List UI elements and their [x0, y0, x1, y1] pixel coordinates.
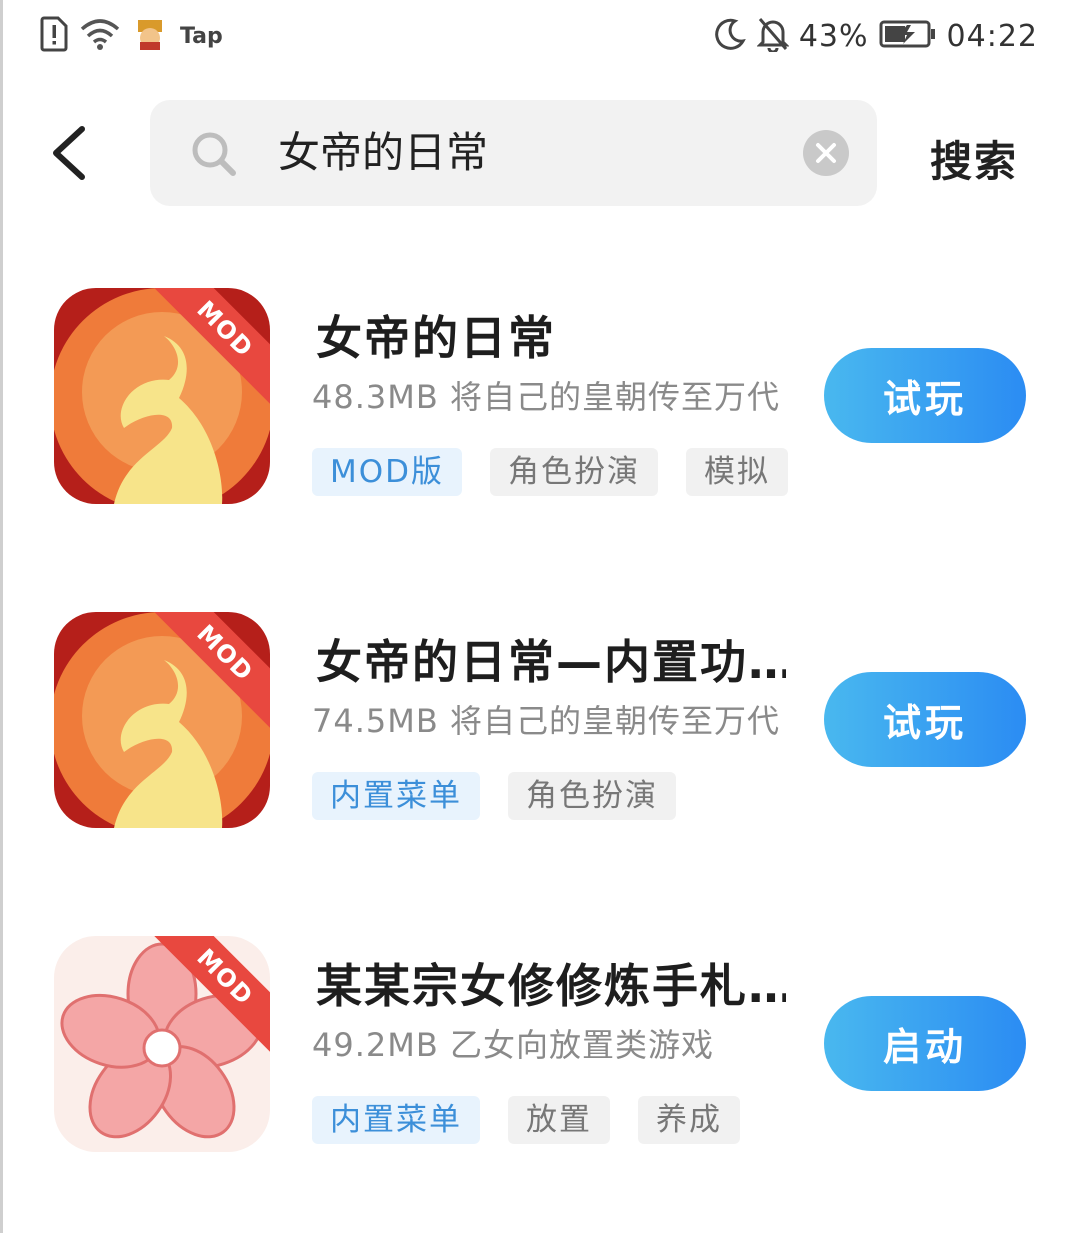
- status-bar: Tap 43% 04:22: [0, 0, 1080, 76]
- try-play-button[interactable]: 试玩: [824, 672, 1026, 767]
- search-input[interactable]: 女帝的日常: [150, 100, 877, 206]
- battery-percent: 43%: [798, 18, 869, 54]
- app-description: 48.3MB 将自己的皇朝传至万代: [312, 378, 780, 416]
- list-item[interactable]: MOD 女帝的日常—内置功… 74.5MB 将自己的皇朝传至万代 内置菜单 角色…: [0, 612, 1080, 862]
- tag-list: 内置菜单 放置 养成: [312, 1096, 740, 1144]
- app-title[interactable]: 女帝的日常—内置功…: [316, 626, 786, 692]
- sim-alert-icon: [40, 16, 68, 56]
- close-icon: [816, 143, 836, 163]
- back-button[interactable]: [38, 118, 98, 188]
- search-query[interactable]: 女帝的日常: [278, 126, 488, 180]
- search-button[interactable]: 搜索: [930, 128, 1018, 189]
- tag[interactable]: 内置菜单: [312, 772, 480, 820]
- tag[interactable]: 角色扮演: [508, 772, 676, 820]
- tag[interactable]: 放置: [508, 1096, 610, 1144]
- tag-list: 内置菜单 角色扮演: [312, 772, 676, 820]
- tap-label: Tap: [180, 23, 223, 49]
- wifi-icon: [80, 17, 120, 55]
- bell-off-icon: [756, 16, 790, 56]
- tag-list: MOD版 角色扮演 模拟: [312, 448, 789, 496]
- search-icon: [190, 130, 238, 182]
- tag[interactable]: 角色扮演: [490, 448, 659, 496]
- list-item[interactable]: MOD 某某宗女修修炼手札… 49.2MB 乙女向放置类游戏 内置菜单 放置 养…: [0, 936, 1080, 1186]
- list-item[interactable]: MOD 女帝的日常 48.3MB 将自己的皇朝传至万代 MOD版 角色扮演 模拟…: [0, 288, 1080, 538]
- app-icon[interactable]: MOD: [54, 936, 270, 1152]
- app-icon[interactable]: MOD: [54, 288, 270, 504]
- clock: 04:22: [946, 18, 1038, 54]
- app-icon[interactable]: MOD: [54, 612, 270, 828]
- app-title[interactable]: 女帝的日常: [316, 302, 556, 368]
- chevron-left-icon: [53, 126, 85, 180]
- app-title[interactable]: 某某宗女修修炼手札…: [316, 950, 786, 1016]
- app-description: 49.2MB 乙女向放置类游戏: [312, 1026, 714, 1064]
- tag[interactable]: 内置菜单: [312, 1096, 480, 1144]
- tag[interactable]: MOD版: [312, 448, 463, 496]
- tag[interactable]: 模拟: [686, 448, 789, 496]
- battery-charging-icon: [879, 19, 937, 53]
- app-description: 74.5MB 将自己的皇朝传至万代: [312, 702, 780, 740]
- try-play-button[interactable]: 试玩: [824, 348, 1026, 443]
- launch-button[interactable]: 启动: [824, 996, 1026, 1091]
- clear-search-button[interactable]: [803, 130, 849, 176]
- moon-icon: [713, 17, 747, 55]
- tag[interactable]: 养成: [638, 1096, 740, 1144]
- app-notification-icon: [132, 16, 168, 56]
